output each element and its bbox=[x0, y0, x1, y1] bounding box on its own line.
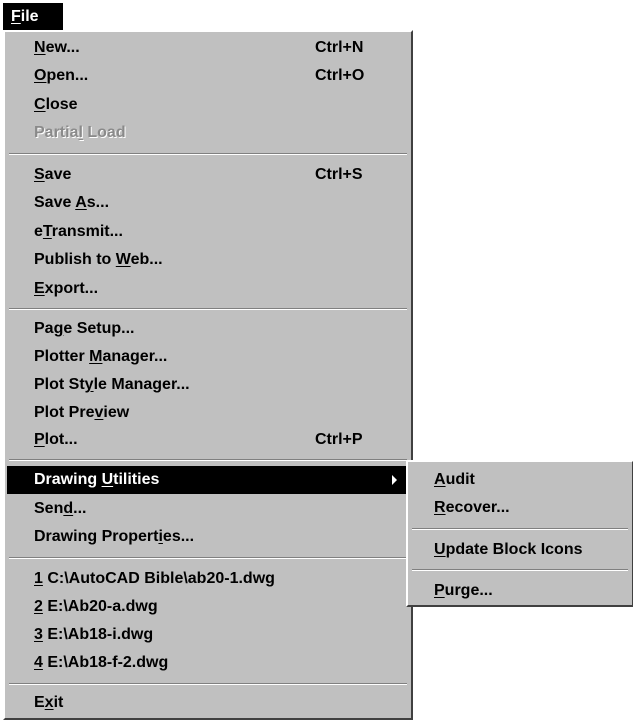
file-menu: New... Ctrl+N Open... Ctrl+O Close Parti… bbox=[3, 30, 413, 720]
drawing-utilities-submenu: Audit Recover... Update Block Icons Purg… bbox=[406, 460, 633, 607]
shortcut-label: Ctrl+P bbox=[315, 431, 363, 448]
submenu-item-purge[interactable]: Purge... bbox=[410, 577, 630, 605]
menu-item-save[interactable]: Save Ctrl+S bbox=[7, 161, 409, 189]
menu-item-partial-load: Partial Load bbox=[34, 124, 126, 141]
menu-item-plot-preview[interactable]: Plot Preview bbox=[7, 399, 409, 427]
menu-item-page-setup[interactable]: Page Setup... bbox=[7, 315, 409, 343]
menu-separator bbox=[9, 459, 407, 461]
menu-item-exit[interactable]: Exit bbox=[7, 689, 409, 717]
menu-item-drawing-utilities[interactable]: Drawing Utilities bbox=[7, 466, 409, 494]
menu-title-rest: ile bbox=[20, 8, 39, 25]
submenu-item-update-block-icons[interactable]: Update Block Icons bbox=[410, 536, 630, 564]
menu-item-save-as[interactable]: Save As... bbox=[7, 189, 409, 217]
menu-item-new[interactable]: New... Ctrl+N bbox=[7, 34, 409, 62]
menu-item-drawing-properties[interactable]: Drawing Properties... bbox=[7, 523, 409, 551]
submenu-item-recover[interactable]: Recover... bbox=[410, 494, 630, 522]
menu-separator bbox=[412, 528, 628, 530]
shortcut-label: Ctrl+S bbox=[315, 166, 363, 183]
recent-file-2[interactable]: 2 E:\Ab20-a.dwg bbox=[7, 593, 409, 621]
recent-file-4[interactable]: 4 E:\Ab18-f-2.dwg bbox=[7, 649, 409, 677]
recent-file-1[interactable]: 1 C:\AutoCAD Bible\ab20-1.dwg bbox=[7, 565, 409, 593]
submenu-arrow-icon bbox=[392, 475, 397, 485]
menu-item-send[interactable]: Send... bbox=[7, 495, 409, 523]
menu-item-close[interactable]: Close bbox=[7, 91, 409, 119]
menu-separator bbox=[9, 153, 407, 155]
shortcut-label: Ctrl+O bbox=[315, 67, 365, 84]
shortcut-label: Ctrl+N bbox=[315, 39, 364, 56]
menu-separator bbox=[9, 683, 407, 685]
menu-separator bbox=[9, 308, 407, 310]
menu-item-plot[interactable]: Plot... Ctrl+P bbox=[7, 426, 409, 454]
submenu-item-audit[interactable]: Audit bbox=[410, 466, 630, 494]
menu-item-publish-to-web[interactable]: Publish to Web... bbox=[7, 246, 409, 274]
menu-title-mnemonic: F bbox=[11, 8, 21, 25]
menu-separator bbox=[412, 569, 628, 571]
menu-item-export[interactable]: Export... bbox=[7, 275, 409, 303]
menu-item-open[interactable]: Open... Ctrl+O bbox=[7, 62, 409, 90]
menu-item-etransmit[interactable]: eTransmit... bbox=[7, 218, 409, 246]
menu-item-plot-style-manager[interactable]: Plot Style Manager... bbox=[7, 371, 409, 399]
menu-item-plotter-manager[interactable]: Plotter Manager... bbox=[7, 343, 409, 371]
menubar-file[interactable]: File bbox=[3, 3, 63, 30]
recent-file-3[interactable]: 3 E:\Ab18-i.dwg bbox=[7, 621, 409, 649]
menu-separator bbox=[9, 557, 407, 559]
